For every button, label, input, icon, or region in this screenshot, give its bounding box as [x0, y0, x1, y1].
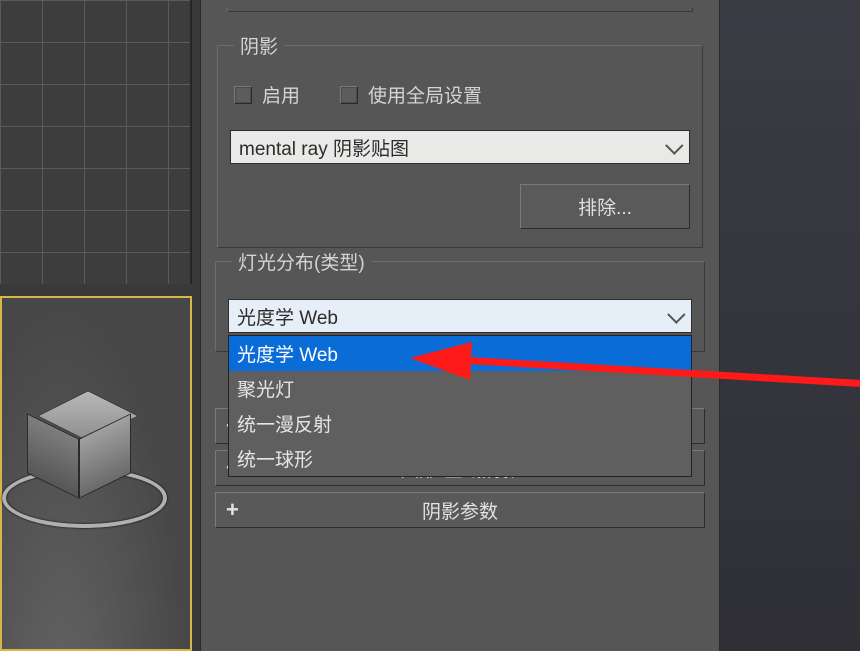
viewcube[interactable] — [12, 388, 172, 548]
exclude-button[interactable]: 排除... — [520, 184, 690, 229]
scene-background — [720, 0, 860, 651]
previous-group-bottom — [227, 8, 693, 12]
rollout-label: 阴影参数 — [216, 497, 704, 524]
shadow-group-legend: 阴影 — [234, 32, 284, 59]
light-type-option-photometric-web[interactable]: 光度学 Web — [229, 336, 691, 371]
shadow-map-value: mental ray 阴影贴图 — [239, 134, 409, 161]
use-global-settings-checkbox[interactable]: 使用全局设置 — [340, 81, 482, 108]
light-type-option-uniform-diffuse[interactable]: 统一漫反射 — [229, 406, 691, 441]
chevron-down-icon — [667, 311, 683, 321]
light-type-option-uniform-spherical[interactable]: 统一球形 — [229, 441, 691, 476]
light-distribution-group: 灯光分布(类型) 光度学 Web 光度学 Web 聚光灯 统一漫反射 统一球形 — [215, 248, 705, 352]
light-type-dropdown[interactable]: 光度学 Web — [228, 299, 692, 333]
light-type-dropdown-list: 光度学 Web 聚光灯 统一漫反射 统一球形 — [228, 335, 692, 477]
shadow-map-dropdown[interactable]: mental ray 阴影贴图 — [230, 130, 690, 164]
light-distribution-legend: 灯光分布(类型) — [232, 248, 371, 275]
modify-panel: 阴影 启用 使用全局设置 mental ray 阴影贴图 排除... — [200, 0, 720, 651]
light-type-combo-wrap: 光度学 Web 光度学 Web 聚光灯 统一漫反射 统一球形 — [228, 299, 692, 333]
chevron-down-icon — [665, 142, 681, 152]
checkbox-icon — [340, 86, 358, 104]
enable-shadow-checkbox[interactable]: 启用 — [234, 81, 300, 108]
checkbox-icon — [234, 86, 252, 104]
rollout-shadow-parameters[interactable]: + 阴影参数 — [215, 492, 705, 528]
plus-icon: + — [226, 497, 239, 523]
viewport-perspective[interactable] — [0, 296, 192, 651]
exclude-button-label: 排除... — [578, 198, 632, 219]
viewport-grid-top[interactable] — [0, 0, 192, 284]
shadow-group: 阴影 启用 使用全局设置 mental ray 阴影贴图 排除... — [217, 32, 703, 248]
shadow-checkbox-row: 启用 使用全局设置 — [234, 81, 690, 108]
light-type-option-spotlight[interactable]: 聚光灯 — [229, 371, 691, 406]
light-type-selected-value: 光度学 Web — [237, 303, 338, 330]
viewcube-cube[interactable] — [40, 394, 136, 490]
enable-shadow-label: 启用 — [262, 81, 300, 108]
use-global-settings-label: 使用全局设置 — [368, 81, 482, 108]
